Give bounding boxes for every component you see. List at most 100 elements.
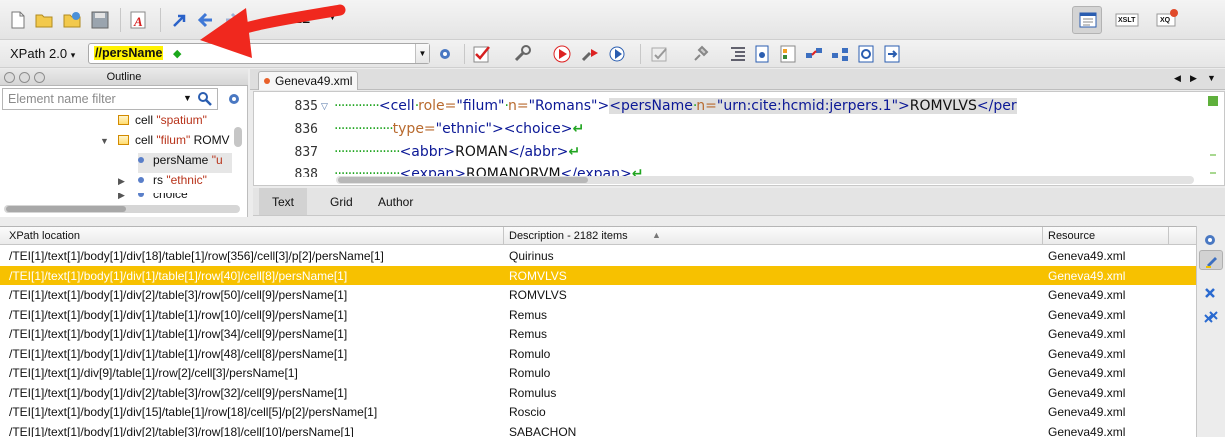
table-row[interactable]: /TEI[1]/text[1]/body[1]/div[1]/table[1]/… — [0, 305, 1196, 325]
mode-author-tab[interactable]: Author — [365, 188, 426, 215]
table-outline-icon[interactable] — [778, 44, 798, 64]
cell-xpath-location: /TEI[1]/text[1]/body[1]/div[2]/table[3]/… — [9, 424, 354, 437]
cell-xpath-location: /TEI[1]/text[1]/body[1]/div[1]/table[1]/… — [9, 307, 348, 322]
outline-settings-gear-icon[interactable] — [226, 90, 244, 108]
tree-item[interactable]: ▶ rs "ethnic" — [118, 173, 232, 193]
refresh-doc-icon[interactable] — [856, 44, 876, 64]
cell-description: Romulus — [509, 385, 557, 400]
tree-item-attr: "spatium" — [156, 113, 207, 127]
xslt-debugger-button[interactable]: XSLT — [1114, 8, 1140, 32]
outline-panel: Outline Element name filter ▼ cell "spat… — [0, 69, 248, 217]
table-row[interactable]: /TEI[1]/text[1]/body[1]/div[1]/table[1]/… — [0, 324, 1196, 344]
pin-icon[interactable] — [690, 44, 710, 64]
code-token: </per — [976, 98, 1017, 114]
chevron-down-icon[interactable]: ▼ — [183, 93, 192, 103]
remove-result-icon[interactable] — [1203, 286, 1217, 300]
modified-dot-icon — [264, 78, 270, 84]
overview-marker[interactable] — [1210, 154, 1216, 156]
tab-geneva49[interactable]: Geneva49.xml — [258, 71, 358, 90]
editor-perspective-button[interactable] — [1072, 6, 1102, 34]
tab-scroll-left-icon[interactable]: ◀ — [1174, 73, 1181, 84]
table-row[interactable]: /TEI[1]/text[1]/body[1]/div[15]/table[1]… — [0, 402, 1196, 422]
code-token: ↵ — [568, 144, 581, 160]
table-row[interactable]: /TEI[1]/text[1]/body[1]/div[1]/table[1]/… — [0, 265, 1196, 285]
save-icon[interactable] — [90, 10, 110, 30]
code-line: ·············<cell·role="filum"·n="Roman… — [334, 98, 1017, 114]
code-token: role= — [418, 98, 457, 114]
run-transform-icon[interactable] — [552, 44, 572, 64]
column-header-description[interactable]: Description - 2182 items — [509, 230, 628, 242]
expanded-triangle-icon[interactable]: ▼ — [100, 136, 109, 146]
cell-resource: Geneva49.xml — [1048, 249, 1126, 263]
cell-xpath-location: /TEI[1]/text[1]/body[1]/div[18]/table[1]… — [9, 249, 384, 263]
tree-expand-icon[interactable] — [804, 44, 824, 64]
tab-menu-icon[interactable]: ▼ — [1207, 73, 1216, 83]
indent-icon[interactable] — [728, 44, 748, 64]
table-row[interactable]: /TEI[1]/text[1]/body[1]/div[2]/table[3]/… — [0, 383, 1196, 403]
document-icon[interactable] — [752, 44, 772, 64]
debug-transform-icon[interactable] — [608, 44, 628, 64]
highlight-results-button[interactable] — [1199, 250, 1223, 270]
xquery-debugger-button[interactable]: XQ — [1154, 8, 1180, 32]
xpath-history-dropdown[interactable]: ▼ — [415, 44, 429, 63]
configure-transform-icon[interactable] — [580, 44, 600, 64]
cell-xpath-location: /TEI[1]/text[1]/body[1]/div[1]/table[1]/… — [9, 268, 348, 283]
code-token: ROMVLVS — [909, 98, 977, 114]
new-file-icon[interactable] — [8, 10, 28, 30]
column-header-resource[interactable]: Resource — [1048, 230, 1095, 242]
tree-item[interactable]: ▼ cell "filum" ROMV — [100, 133, 232, 153]
mode-grid-tab[interactable]: Grid — [317, 188, 366, 215]
table-row[interactable]: /TEI[1]/text[1]/body[1]/div[1]/table[1]/… — [0, 344, 1196, 364]
collapsed-triangle-icon[interactable]: ▶ — [118, 193, 125, 201]
export-doc-icon[interactable] — [882, 44, 902, 64]
forward-arrow-icon[interactable] — [222, 10, 242, 30]
xslt-label: XSLT — [1118, 17, 1136, 24]
validate-icon[interactable] — [472, 44, 492, 64]
element-filter-input[interactable]: Element name filter ▼ — [2, 88, 218, 110]
overview-marker[interactable] — [1210, 172, 1216, 174]
table-row[interactable]: /TEI[1]/text[1]/body[1]/div[18]/table[1]… — [0, 246, 1196, 266]
search-icon[interactable] — [197, 91, 213, 107]
fold-toggle-icon[interactable]: ▽ — [321, 101, 328, 112]
remove-all-results-icon[interactable] — [1203, 310, 1219, 326]
open-folder-icon[interactable] — [34, 10, 54, 30]
cell-description: Remus — [509, 307, 548, 322]
outline-horizontal-scrollbar[interactable] — [4, 205, 240, 213]
back-arrow-icon[interactable] — [196, 10, 216, 30]
editor-tab-bar: Geneva49.xml ◀ ▶ ▼ — [250, 69, 1225, 90]
code-token: </abbr> — [508, 144, 569, 160]
editor-horizontal-scrollbar[interactable] — [336, 176, 1194, 184]
code-token: n= — [696, 98, 717, 114]
results-settings-gear-icon[interactable] — [1202, 231, 1220, 249]
tree-collapse-icon[interactable] — [830, 44, 850, 64]
table-row[interactable]: /TEI[1]/text[1]/div[9]/table[1]/row[2]/c… — [0, 363, 1196, 383]
code-token: "urn:cite:hcmid:jerpers.1" — [716, 98, 899, 114]
code-token: <abbr> — [399, 144, 456, 160]
xml-editor[interactable]: 835 836 837 838 ▽ ·············<cell·rol… — [253, 91, 1225, 186]
collapsed-triangle-icon[interactable]: ▶ — [118, 176, 125, 187]
node-dot-icon — [138, 193, 144, 197]
column-header-location[interactable]: XPath location — [9, 230, 80, 242]
outline-vertical-scrollbar[interactable] — [234, 127, 242, 147]
mode-text-tab[interactable]: Text — [259, 188, 308, 215]
settings-gear-icon[interactable] — [436, 44, 456, 64]
scenario-label[interactable]: SEE — [286, 12, 310, 26]
code-token: > — [597, 98, 610, 114]
line-gutter: 835 836 837 838 ▽ — [254, 92, 332, 185]
tree-item[interactable]: ▶ choice — [118, 193, 232, 203]
xpath-version-selector[interactable]: XPath 2.0 ▾ — [10, 46, 75, 61]
cell-xpath-location: /TEI[1]/text[1]/body[1]/div[15]/table[1]… — [9, 405, 378, 419]
tab-scroll-right-icon[interactable]: ▶ — [1190, 73, 1197, 84]
tree-item[interactable]: cell "spatium" — [118, 113, 232, 133]
xpath-input[interactable]: //persName ◆ ▼ — [88, 43, 430, 64]
scenario-dropdown-icon[interactable]: ▼ — [328, 12, 337, 22]
text-format-icon[interactable]: A — [128, 10, 148, 30]
open-url-icon[interactable] — [62, 10, 82, 30]
navigate-icon[interactable] — [170, 10, 190, 30]
table-row[interactable]: /TEI[1]/text[1]/body[1]/div[2]/table[3]/… — [0, 285, 1196, 305]
schema-check-icon[interactable] — [650, 44, 670, 64]
wrench-icon[interactable] — [512, 44, 532, 64]
tree-item-selected[interactable]: persName "u — [138, 153, 232, 173]
table-row[interactable]: /TEI[1]/text[1]/body[1]/div[2]/table[3]/… — [0, 422, 1196, 437]
code-token: ROMANORVM — [466, 166, 561, 176]
